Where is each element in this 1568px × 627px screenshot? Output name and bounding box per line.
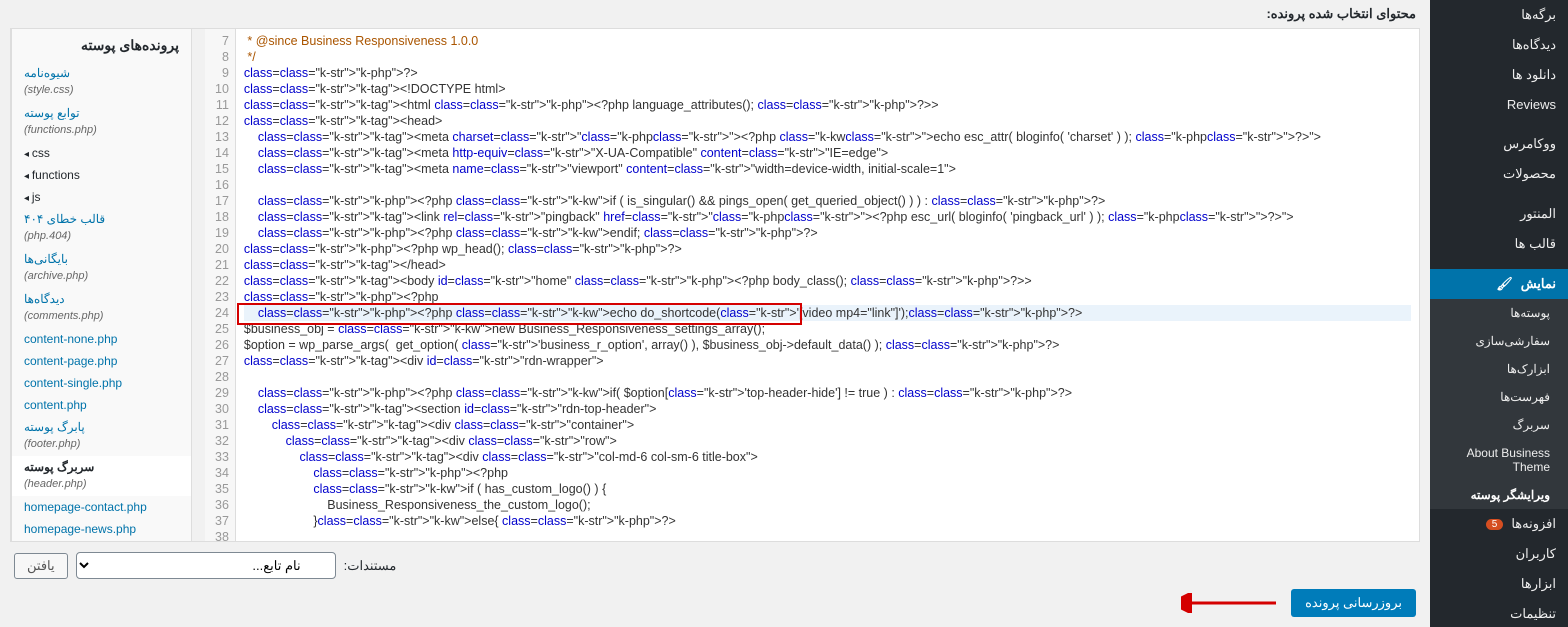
file-item[interactable]: قالب خطای ۴۰۴(php.404)	[12, 208, 191, 248]
submenu-customize[interactable]: سفارشی‌سازی	[1430, 327, 1568, 355]
line-gutter: 7891011121314151617181920212223242526272…	[205, 29, 236, 541]
footer-bar: مستندات: نام تابع... یافتن	[0, 542, 1430, 589]
file-item[interactable]: content.php	[12, 394, 191, 416]
menu-settings[interactable]: تنظیمات	[1430, 599, 1568, 627]
file-item[interactable]: homepage-news.php	[12, 518, 191, 540]
main-content: محتوای انتخاب شده پرونده: 78910111213141…	[0, 0, 1430, 627]
editor-wrap: 7891011121314151617181920212223242526272…	[10, 28, 1420, 542]
plugins-badge: 5	[1486, 519, 1504, 530]
docs-label: مستندات:	[344, 558, 397, 574]
appearance-submenu: پوسته‌ها سفارشی‌سازی ابزارک‌ها فهرست‌ها …	[1430, 299, 1568, 509]
menu-comments[interactable]: دیدگاه‌ها	[1430, 30, 1568, 60]
menu-downloads[interactable]: دانلود ها	[1430, 60, 1568, 90]
code-lines[interactable]: * @since Business Responsiveness 1.0.0 *…	[236, 29, 1419, 541]
file-item[interactable]: بایگانی‌ها(archive.php)	[12, 248, 191, 288]
file-item[interactable]: css	[12, 142, 191, 164]
file-item[interactable]: homepage-contact.php	[12, 496, 191, 518]
code-editor[interactable]: 7891011121314151617181920212223242526272…	[205, 29, 1419, 541]
submenu-about[interactable]: About Business Theme	[1430, 439, 1568, 481]
file-item[interactable]: functions	[12, 164, 191, 186]
file-item[interactable]: توابع پوسته(functions.php)	[12, 102, 191, 142]
highlight-box	[237, 303, 802, 325]
brush-icon: 🖌	[1496, 276, 1513, 292]
submenu-widgets[interactable]: ابزارک‌ها	[1430, 355, 1568, 383]
arrow-annotation	[1181, 593, 1281, 613]
file-item[interactable]: content-none.php	[12, 328, 191, 350]
file-item[interactable]: شیوه‌نامه(style.css)	[12, 62, 191, 102]
file-item[interactable]: homepage-service.php	[12, 540, 191, 541]
file-item[interactable]: سربرگ پوسته(header.php)	[12, 456, 191, 496]
submenu-editor[interactable]: ویرایشگر پوسته	[1430, 481, 1568, 509]
update-row: بروزرسانی پرونده	[0, 589, 1430, 627]
function-select[interactable]: نام تابع...	[76, 552, 336, 579]
file-list: شیوه‌نامه(style.css)توابع پوسته(function…	[12, 62, 191, 541]
menu-appearance[interactable]: نمایش 🖌	[1430, 269, 1568, 299]
file-item[interactable]: js	[12, 186, 191, 208]
update-file-button[interactable]: بروزرسانی پرونده	[1291, 589, 1416, 617]
file-item[interactable]: پابرگ پوسته(footer.php)	[12, 416, 191, 456]
file-sidebar: پرونده‌های پوسته شیوه‌نامه(style.css)توا…	[11, 29, 191, 541]
file-item[interactable]: content-page.php	[12, 350, 191, 372]
file-item[interactable]: دیدگاه‌ها(comments.php)	[12, 288, 191, 328]
submenu-themes[interactable]: پوسته‌ها	[1430, 299, 1568, 327]
menu-plugins[interactable]: افزونه‌ها 5	[1430, 509, 1568, 539]
file-sidebar-title: پرونده‌های پوسته	[12, 29, 191, 62]
menu-elementor[interactable]: المنتور	[1430, 199, 1568, 229]
menu-products[interactable]: محصولات	[1430, 159, 1568, 189]
menu-templates[interactable]: قالب ها	[1430, 229, 1568, 259]
file-item[interactable]: content-single.php	[12, 372, 191, 394]
submenu-header[interactable]: سربرگ	[1430, 411, 1568, 439]
submenu-menus[interactable]: فهرست‌ها	[1430, 383, 1568, 411]
menu-pages[interactable]: برگه‌ها	[1430, 0, 1568, 30]
content-header: محتوای انتخاب شده پرونده:	[0, 0, 1430, 28]
menu-users[interactable]: کاربران	[1430, 539, 1568, 569]
lookup-button[interactable]: یافتن	[14, 553, 68, 579]
scrollbar[interactable]	[191, 29, 205, 541]
menu-tools[interactable]: ابزارها	[1430, 569, 1568, 599]
menu-reviews[interactable]: Reviews	[1430, 90, 1568, 119]
menu-woocommerce[interactable]: ووکامرس	[1430, 129, 1568, 159]
admin-sidebar: برگه‌ها دیدگاه‌ها دانلود ها Reviews ووکا…	[1430, 0, 1568, 627]
